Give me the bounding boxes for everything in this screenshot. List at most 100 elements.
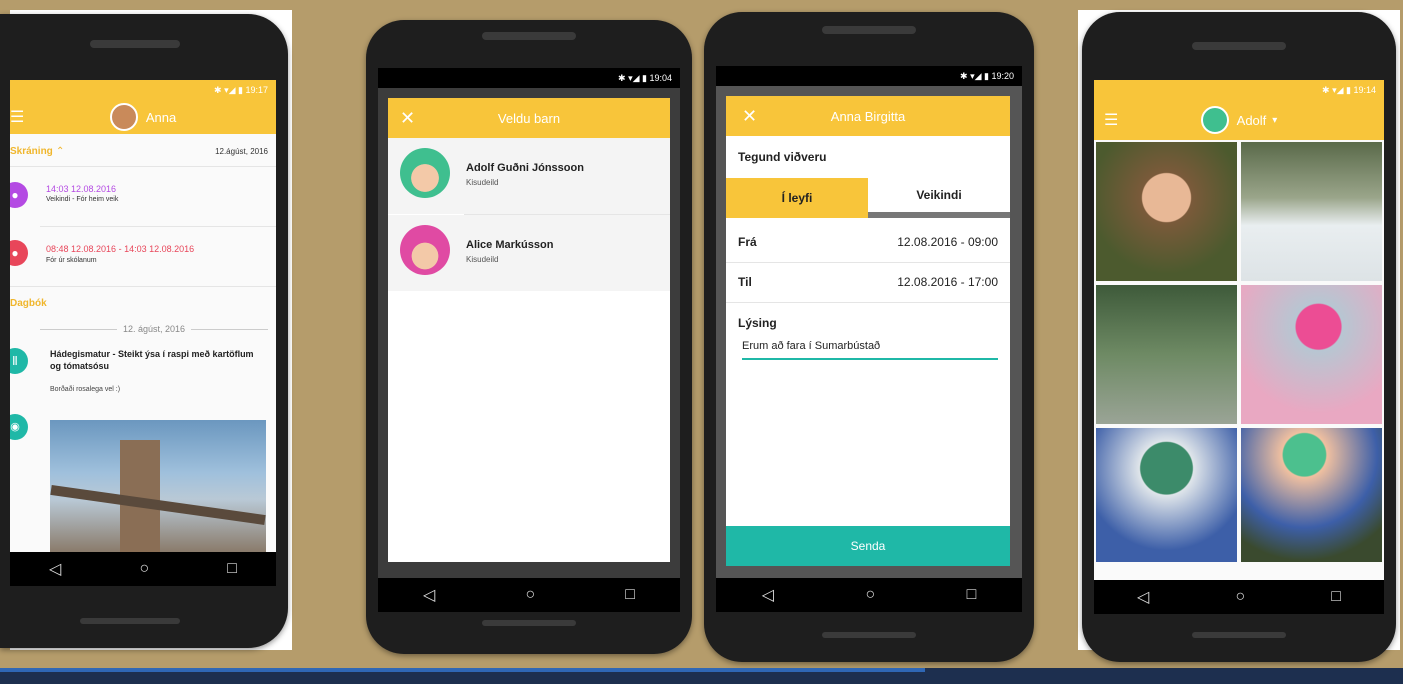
date-divider: 12. ágúst, 2016 xyxy=(40,322,268,336)
nav-bar: ◁ ○ □ xyxy=(10,552,276,586)
photo-tile[interactable] xyxy=(1241,285,1382,424)
user-name: Anna xyxy=(145,109,177,125)
tab-leave[interactable]: Í leyfi xyxy=(726,178,868,218)
back-icon[interactable]: ◁ xyxy=(1137,587,1149,607)
tab-sick-label: Veikindi xyxy=(916,188,962,202)
avatar xyxy=(400,148,450,198)
dialog-header: ✕ Veldu barn xyxy=(388,98,670,138)
photo-tile[interactable] xyxy=(1241,428,1382,562)
divider xyxy=(10,286,276,287)
photo-grid xyxy=(1096,142,1382,562)
avatar xyxy=(400,225,450,275)
phone-gallery: ✱ ▾◢ ▮ 19:14 ☰ Adolf ▾ ◁ ○ □ xyxy=(1082,12,1396,662)
photo-tile[interactable] xyxy=(1096,428,1237,562)
recents-icon[interactable]: □ xyxy=(967,586,977,604)
from-value: 12.08.2016 - 09:00 xyxy=(897,235,998,249)
status-bar: ✱ ▾◢ ▮ 19:20 xyxy=(716,66,1022,86)
bridge-photo[interactable] xyxy=(50,420,266,552)
nav-bar: ◁ ○ □ xyxy=(378,578,680,612)
chevron-up-icon: ⌃ xyxy=(56,145,65,157)
back-icon[interactable]: ◁ xyxy=(762,585,774,605)
nav-bar: ◁ ○ □ xyxy=(1094,580,1384,614)
home-icon[interactable]: ○ xyxy=(865,586,875,604)
meal-item[interactable]: Ⅱ Hádegismatur - Steikt ýsa í raspi með … xyxy=(10,346,276,404)
home-icon[interactable]: ○ xyxy=(139,560,149,578)
section-header-registration[interactable]: Skráning ⌃ 12.ágúst, 2016 xyxy=(10,140,268,162)
chin xyxy=(80,618,180,624)
phone-choose-child: ✱ ▾◢ ▮ 19:04 ✕ Veldu barn Adolf Guðni Jó… xyxy=(366,20,692,654)
back-icon[interactable]: ◁ xyxy=(423,585,435,605)
child-group: Kisudeild xyxy=(466,255,499,264)
choose-child-dialog: ✕ Veldu barn Adolf Guðni Jónssoon Kisude… xyxy=(388,98,670,562)
to-value: 12.08.2016 - 17:00 xyxy=(897,275,998,289)
event-desc: Fór úr skólanum xyxy=(46,257,97,264)
location-pin-icon: ● xyxy=(10,182,28,208)
section-title: Skráning xyxy=(10,145,53,157)
child-list-item[interactable]: Adolf Guðni Jónssoon Kisudeild xyxy=(388,138,670,214)
status-bar: ✱ ▾◢ ▮ 19:14 xyxy=(1094,80,1384,100)
status-time: 19:04 xyxy=(649,73,672,83)
description-input[interactable]: Erum að fara í Sumarbústað xyxy=(742,340,998,360)
home-icon[interactable]: ○ xyxy=(525,586,535,604)
chin xyxy=(822,632,916,638)
menu-icon[interactable]: ☰ xyxy=(1104,110,1118,130)
phone-absence-form: ✱ ▾◢ ▮ 19:20 ✕ Anna Birgitta Tegund viðv… xyxy=(704,12,1034,662)
form-header: ✕ Anna Birgitta xyxy=(726,96,1010,136)
screen: ✱ ▾◢ ▮ 19:17 ☰ Anna Skráning ⌃ 12.ágúst,… xyxy=(10,80,276,552)
divider xyxy=(10,166,276,167)
screen: ✱ ▾◢ ▮ 19:04 ✕ Veldu barn Adolf Guðni Jó… xyxy=(378,68,680,578)
event-item[interactable]: ● 08:48 12.08.2016 - 14:03 12.08.2016 Fó… xyxy=(10,230,276,282)
recents-icon[interactable]: □ xyxy=(227,560,237,578)
child-list-item[interactable]: Alice Markússon Kisudeild xyxy=(388,215,670,291)
recents-icon[interactable]: □ xyxy=(1331,588,1341,606)
photo-tile[interactable] xyxy=(1096,142,1237,281)
photo-tile[interactable] xyxy=(1241,142,1382,281)
from-row[interactable]: Frá 12.08.2016 - 09:00 xyxy=(726,222,1010,263)
speaker xyxy=(1192,42,1286,50)
section-date: 12.ágúst, 2016 xyxy=(215,146,268,156)
app-bar: ☰ Anna xyxy=(10,100,276,134)
description-label: Lýsing xyxy=(738,316,777,330)
section-title-diary: Dagbók xyxy=(10,298,47,309)
location-pin-icon: ● xyxy=(10,240,28,266)
to-row[interactable]: Til 12.08.2016 - 17:00 xyxy=(726,262,1010,303)
home-icon[interactable]: ○ xyxy=(1235,588,1245,606)
chevron-down-icon[interactable]: ▾ xyxy=(1272,115,1277,126)
fork-knife-icon: Ⅱ xyxy=(10,348,28,374)
speaker xyxy=(822,26,916,34)
app-bar: ☰ Adolf ▾ xyxy=(1094,100,1384,140)
child-name: Adolf Guðni Jónssoon xyxy=(466,162,584,174)
send-label: Senda xyxy=(850,539,886,553)
to-label: Til xyxy=(738,275,752,289)
from-label: Frá xyxy=(738,235,757,249)
menu-icon[interactable]: ☰ xyxy=(10,107,24,127)
status-bar: ✱ ▾◢ ▮ 19:04 xyxy=(378,68,680,88)
recents-icon[interactable]: □ xyxy=(625,586,635,604)
nav-bar: ◁ ○ □ xyxy=(716,578,1022,612)
divider-line xyxy=(191,328,268,330)
send-button[interactable]: Senda xyxy=(726,526,1010,566)
event-desc: Veikindi - Fór heim veik xyxy=(46,196,119,203)
close-icon[interactable]: ✕ xyxy=(400,108,415,129)
close-icon[interactable]: ✕ xyxy=(742,106,757,127)
speaker xyxy=(482,32,576,40)
bottom-strip xyxy=(0,668,1403,684)
tab-sick[interactable]: Veikindi xyxy=(868,178,1010,218)
event-item[interactable]: ● 14:03 12.08.2016 Veikindi - Fór heim v… xyxy=(10,176,276,222)
status-bar: ✱ ▾◢ ▮ 19:17 xyxy=(10,80,276,100)
meal-note: Borðaði rosalega vel :) xyxy=(50,386,121,393)
status-time: 19:20 xyxy=(991,71,1014,81)
back-icon[interactable]: ◁ xyxy=(49,559,61,579)
chin xyxy=(1192,632,1286,638)
avatar xyxy=(1200,106,1229,134)
phone-timeline: ✱ ▾◢ ▮ 19:17 ☰ Anna Skráning ⌃ 12.ágúst,… xyxy=(0,14,288,648)
divider-line xyxy=(40,328,117,330)
photo-tile[interactable] xyxy=(1096,285,1237,424)
tab-leave-label: Í leyfi xyxy=(781,191,813,205)
screen: ✱ ▾◢ ▮ 19:14 ☰ Adolf ▾ xyxy=(1094,80,1384,580)
avatar xyxy=(109,103,138,131)
camera-icon: ◉ xyxy=(10,414,28,440)
chin xyxy=(482,620,576,626)
child-name: Alice Markússon xyxy=(466,239,554,251)
type-label: Tegund viðveru xyxy=(738,150,827,164)
